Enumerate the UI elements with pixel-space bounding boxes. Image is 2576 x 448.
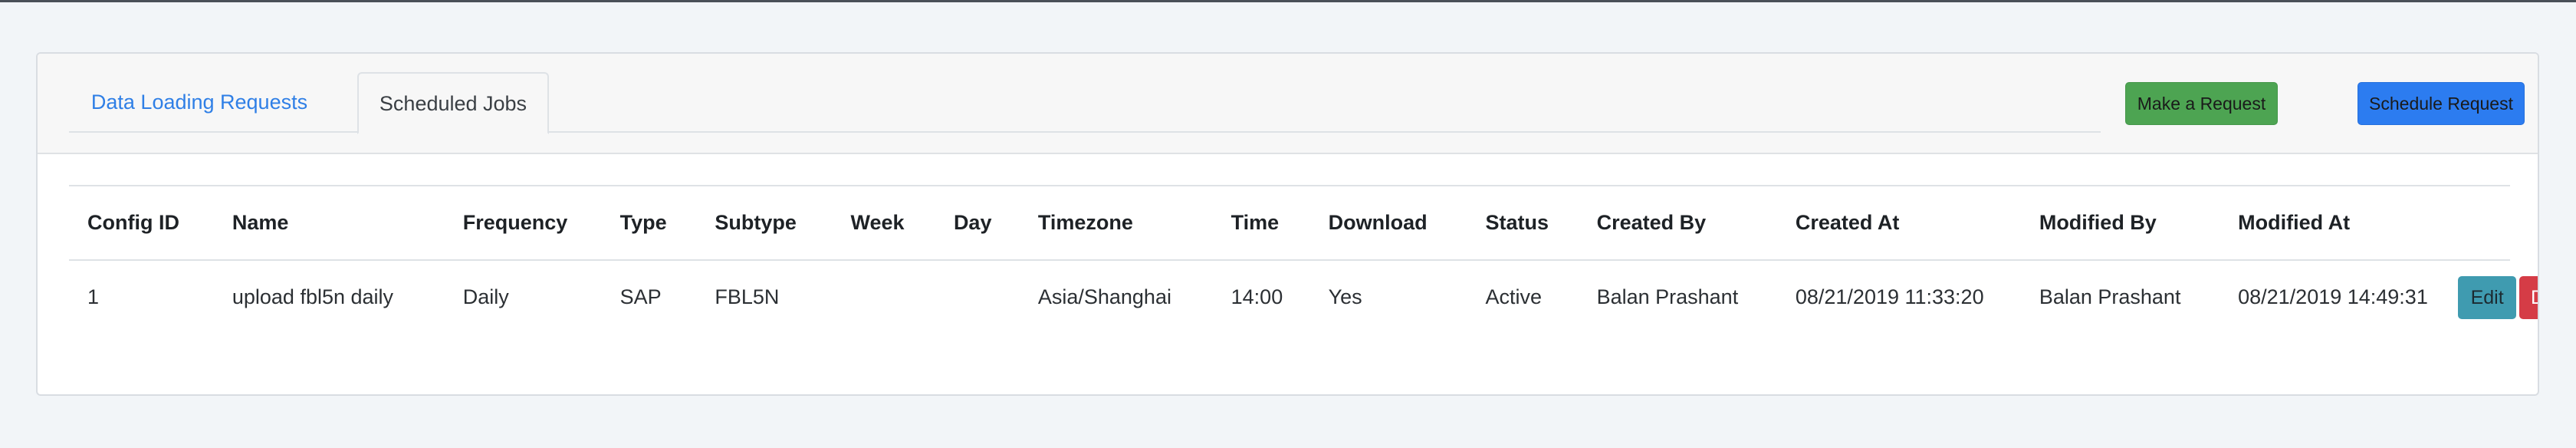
scheduled-jobs-table-wrap: Config ID Name Frequency Type Subtype We… (69, 185, 2538, 334)
cell-download: Yes (1328, 285, 1362, 308)
tab-scheduled-jobs[interactable]: Scheduled Jobs (357, 72, 549, 134)
card-header: Data Loading Requests Scheduled Jobs Mak… (38, 54, 2538, 154)
scheduled-jobs-card: Data Loading Requests Scheduled Jobs Mak… (36, 52, 2539, 396)
cell-actions: EditDelete (2458, 260, 2538, 334)
tab-data-loading-requests[interactable]: Data Loading Requests (69, 72, 330, 134)
cell-config-id: 1 (87, 285, 100, 308)
table-header-row: Config ID Name Frequency Type Subtype We… (69, 186, 2510, 260)
make-request-button[interactable]: Make a Request (2125, 82, 2278, 125)
delete-button[interactable]: Delete (2519, 275, 2538, 319)
col-header-download: Download (1328, 211, 1428, 234)
col-header-status: Status (1485, 211, 1549, 234)
scheduled-jobs-table: Config ID Name Frequency Type Subtype We… (69, 185, 2538, 334)
col-header-config-id: Config ID (87, 211, 179, 234)
col-header-week: Week (850, 211, 905, 234)
cell-created-by: Balan Prashant (1596, 285, 1739, 308)
col-header-time: Time (1230, 211, 1280, 234)
col-header-type: Type (619, 211, 667, 234)
col-header-modified-by: Modified By (2039, 211, 2157, 234)
cell-type: SAP (619, 285, 662, 308)
col-header-created-by: Created By (1596, 211, 1707, 234)
cell-name: upload fbl5n daily (232, 285, 394, 308)
edit-button[interactable]: Edit (2458, 275, 2517, 319)
col-header-created-at: Created At (1795, 211, 1900, 234)
cell-timezone: Asia/Shanghai (1037, 285, 1171, 308)
col-header-actions (2464, 186, 2510, 260)
cell-week (833, 260, 935, 334)
cell-created-at: 08/21/2019 11:33:20 (1795, 285, 1984, 308)
cell-modified-by: Balan Prashant (2039, 285, 2181, 308)
col-header-timezone: Timezone (1037, 211, 1133, 234)
col-header-subtype: Subtype (715, 211, 797, 234)
cell-status: Active (1485, 285, 1542, 308)
cell-time: 14:00 (1230, 285, 1283, 308)
col-header-day: Day (953, 211, 992, 234)
col-header-frequency: Frequency (462, 211, 568, 234)
schedule-request-button[interactable]: Schedule Request (2358, 82, 2525, 125)
cell-day (935, 260, 1020, 334)
tab-bar: Data Loading Requests Scheduled Jobs (69, 72, 2101, 134)
top-border (0, 0, 2576, 2)
cell-subtype: FBL5N (715, 285, 780, 308)
cell-frequency: Daily (462, 285, 509, 308)
table-row: 1 upload fbl5n daily Daily SAP FBL5N Asi… (69, 260, 2538, 334)
cell-modified-at: 08/21/2019 14:49:31 (2238, 285, 2428, 308)
col-header-name: Name (232, 211, 289, 234)
col-header-modified-at: Modified At (2238, 211, 2351, 234)
